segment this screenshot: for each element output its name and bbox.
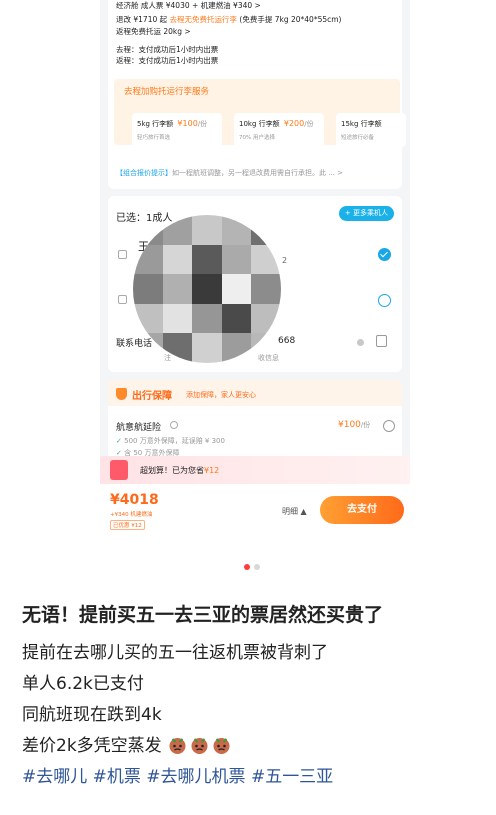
cabin-price-line[interactable]: 经济舱 成人票 ¥4030 + 机建燃油 ¥340 > (116, 0, 261, 11)
baggage-weight: 5kg 行李额 (137, 120, 174, 128)
delay-insurance-name: 航意航延险 (116, 423, 162, 433)
baggage-addon-panel: 去程加购托运行李服务 5kg 行李额 ¥100/份 轻巧旅行首选 10kg 行李… (114, 79, 406, 147)
passenger-checkbox-checked[interactable] (378, 248, 391, 261)
discount-badge: 已优惠 ¥12 (110, 520, 145, 530)
promo-text: 超划算！已为您省¥12 (140, 465, 219, 476)
angry-face-emoji-icon (213, 738, 230, 754)
post-body: 无语！提前买五一去三亚的票居然还买贵了 提前在去哪儿买的五一往返机票被背刺了 单… (22, 600, 482, 793)
carousel-dot[interactable] (254, 564, 260, 570)
pay-button[interactable]: 去支付 (320, 496, 404, 524)
promo-amount: ¥12 (204, 466, 220, 475)
mosaic-cell (251, 274, 281, 304)
mosaic-cell (162, 244, 193, 275)
feature-text: 500 万意外保障，延误赔 ¥ 300 (124, 437, 225, 445)
mosaic-cell (192, 244, 222, 275)
combo-tag: 【组合报价提示】 (116, 169, 172, 177)
refund-line[interactable]: 退改 ¥1710 起 去程无免费托运行李 (免费手提 7kg 20*40*55c… (116, 14, 341, 25)
carousel-dot-active[interactable] (244, 564, 250, 570)
baggage-note: 轻巧旅行首选 (137, 135, 171, 141)
flight-info-card: 经济舱 成人票 ¥4030 + 机建燃油 ¥340 > 退改 ¥1710 起 去… (108, 0, 406, 189)
fuel-fee-note: +¥340 机建燃油 (110, 512, 153, 518)
mosaic-cell (221, 274, 252, 304)
mosaic-cell (192, 274, 222, 304)
baggage-price: ¥100 (177, 119, 198, 128)
shield-icon (116, 388, 127, 400)
mosaic-cell (221, 303, 252, 334)
post-line: 提前在去哪儿买的五一往返机票被背刺了 (22, 643, 328, 663)
post-title: 无语！提前买五一去三亚的票居然还买贵了 (22, 604, 384, 626)
combo-text: 如一程航班调整，另一程退改费用需自行承担。此 ... > (172, 169, 343, 177)
price-unit: /份 (360, 421, 371, 429)
gift-icon (110, 460, 128, 480)
edit-icon[interactable] (118, 250, 127, 259)
refund-price: 退改 ¥1710 起 (116, 15, 168, 24)
contact-phone-tail[interactable]: 668 (278, 336, 295, 346)
insurance-radio[interactable] (383, 420, 395, 432)
angry-face-emoji-icon (191, 738, 208, 754)
baggage-note: 短途旅行必备 (341, 135, 375, 141)
delay-insurance-price: ¥100/份 (338, 420, 370, 430)
mosaic-cell (192, 333, 222, 363)
selected-count: 已选：1成人 (116, 213, 173, 224)
post-tags[interactable]: #去哪儿 #机票 #去哪儿机票 #五一三亚 (22, 762, 482, 793)
return-ticketing: 返程：支付成功后1小时内出票 (116, 56, 219, 65)
baggage-option-5kg[interactable]: 5kg 行李额 ¥100/份 轻巧旅行首选 (132, 113, 222, 147)
outbound-ticketing: 去程：支付成功后1小时内出票 (116, 45, 219, 54)
baggage-price: ¥200 (283, 119, 305, 128)
savings-promo-bar: 超划算！已为您省¥12 (100, 456, 410, 484)
baggage-option-15kg[interactable]: 15kg 行李额 短途旅行必备 (336, 113, 406, 147)
hand-baggage-note: (免费手提 7kg 20*40*55cm) (239, 15, 342, 24)
passenger-id-tail: 2 (282, 256, 288, 265)
baggage-unit: /份 (304, 120, 314, 128)
post-line: 差价2k多凭空蒸发 (22, 736, 162, 756)
price-value: ¥100 (338, 420, 361, 430)
post-line-with-emoji: 差价2k多凭空蒸发 (22, 731, 482, 762)
contact-hint-b: 收信息 (258, 354, 279, 362)
baggage-addon-title: 去程加购托运行李服务 (124, 87, 210, 97)
privacy-mosaic (133, 215, 281, 363)
mosaic-cell (221, 244, 252, 275)
contact-hint-a: 注 (164, 354, 171, 362)
toggle-dot[interactable] (357, 339, 364, 346)
pay-bar: ¥4018 +¥340 机建燃油 已优惠 ¥12 明细 ▲ 去支付 (100, 484, 410, 548)
mosaic-cell (133, 274, 163, 304)
more-passengers-button[interactable]: + 更多乘机人 (338, 206, 394, 221)
mosaic-cell (162, 303, 193, 334)
baggage-note: 70% 用户选择 (239, 135, 275, 141)
no-free-baggage-note: 去程无免费托运行李 (169, 15, 238, 24)
delay-feature-1: ✓ 500 万意外保障，延误赔 ¥ 300 (116, 436, 225, 446)
mosaic-cell (192, 303, 222, 334)
insurance-card: 出行保障 添加保障，家人更安心 航意航延险 ¥100/份 ✓ 500 万意外保障… (108, 380, 402, 464)
post-line: 同航班现在跌到4k (22, 705, 162, 725)
insurance-subtitle: 添加保障，家人更安心 (186, 391, 256, 399)
baggage-weight: 10kg 行李额 (239, 120, 280, 128)
total-price: ¥4018 (110, 492, 159, 508)
passenger-checkbox-unchecked[interactable] (378, 294, 391, 307)
return-baggage-line[interactable]: 返程免费托运 20kg > (116, 26, 191, 37)
check-icon: ✓ (116, 437, 122, 445)
post-line: 单人6.2k已支付 (22, 674, 144, 694)
baggage-weight: 15kg 行李额 (341, 120, 382, 128)
mosaic-cell (162, 274, 193, 304)
contact-label: 联系电话 (116, 339, 153, 349)
insurance-title: 出行保障 (132, 391, 172, 402)
contacts-book-icon[interactable] (376, 335, 387, 347)
baggage-unit: /份 (197, 120, 208, 128)
edit-icon[interactable] (118, 295, 127, 304)
details-toggle[interactable]: 明细 ▲ (282, 506, 307, 517)
angry-face-emoji-icon (169, 738, 186, 754)
insurance-header: 出行保障 添加保障，家人更安心 (108, 380, 402, 406)
mosaic-cell (192, 215, 222, 245)
promo-label: 超划算！已为您省 (140, 466, 204, 475)
baggage-option-10kg[interactable]: 10kg 行李额 ¥200/份 70% 用户选择 (234, 113, 324, 147)
combo-notice[interactable]: 【组合报价提示】如一程航班调整，另一程退改费用需自行承担。此 ... > (116, 168, 343, 179)
info-icon[interactable] (170, 421, 178, 429)
